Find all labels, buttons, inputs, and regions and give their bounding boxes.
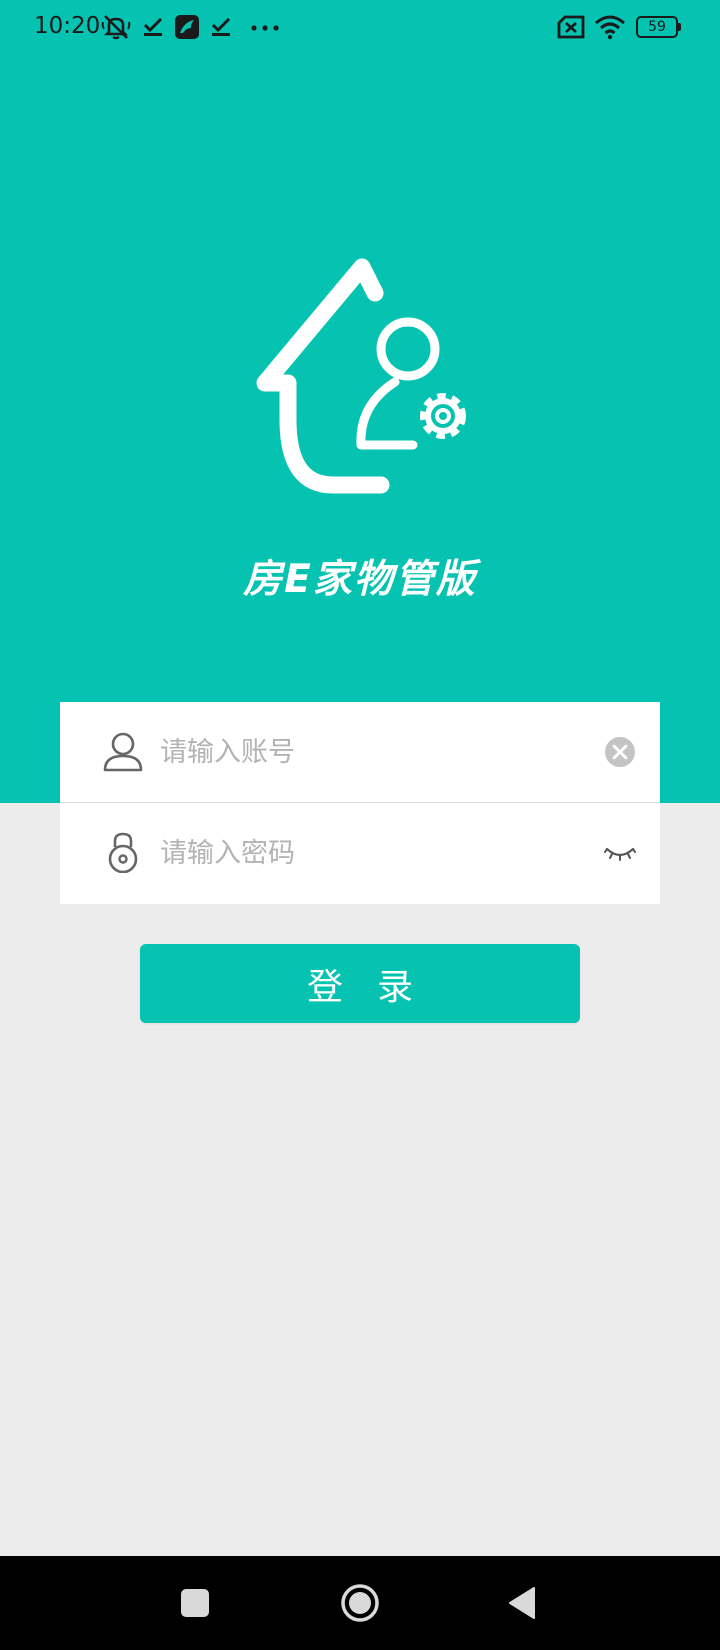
home-icon[interactable] [340,1583,380,1623]
status-bar: 10:20 59 [0,0,720,56]
app-notification-icon [175,15,199,39]
lock-icon [108,832,138,873]
hero-banner: 10:20 59 房E家物管版 [0,0,720,803]
battery-level: 59 [648,19,666,35]
navigation-bar [0,1556,720,1650]
wifi-icon [595,15,625,40]
house-person-gear-icon [256,258,466,494]
back-icon[interactable] [507,1586,537,1620]
download-done-icon [143,17,163,36]
sim-off-icon [557,15,585,39]
app-name: 房E家物管版 [243,557,477,602]
recent-apps-icon[interactable] [180,1588,210,1618]
account-field-row [60,702,660,802]
account-input[interactable] [160,727,560,777]
eye-closed-icon[interactable] [604,841,636,865]
user-icon [103,732,143,772]
status-time: 10:20 [34,13,101,39]
login-button[interactable]: 登录 [140,944,580,1023]
download-done-icon [211,17,231,36]
clear-account-icon[interactable] [604,736,636,768]
more-dots-icon [251,25,279,31]
password-field-row [60,803,660,903]
login-form [60,702,660,904]
password-input[interactable] [160,828,560,878]
battery-icon: 59 [636,16,681,38]
mute-icon [101,15,131,40]
